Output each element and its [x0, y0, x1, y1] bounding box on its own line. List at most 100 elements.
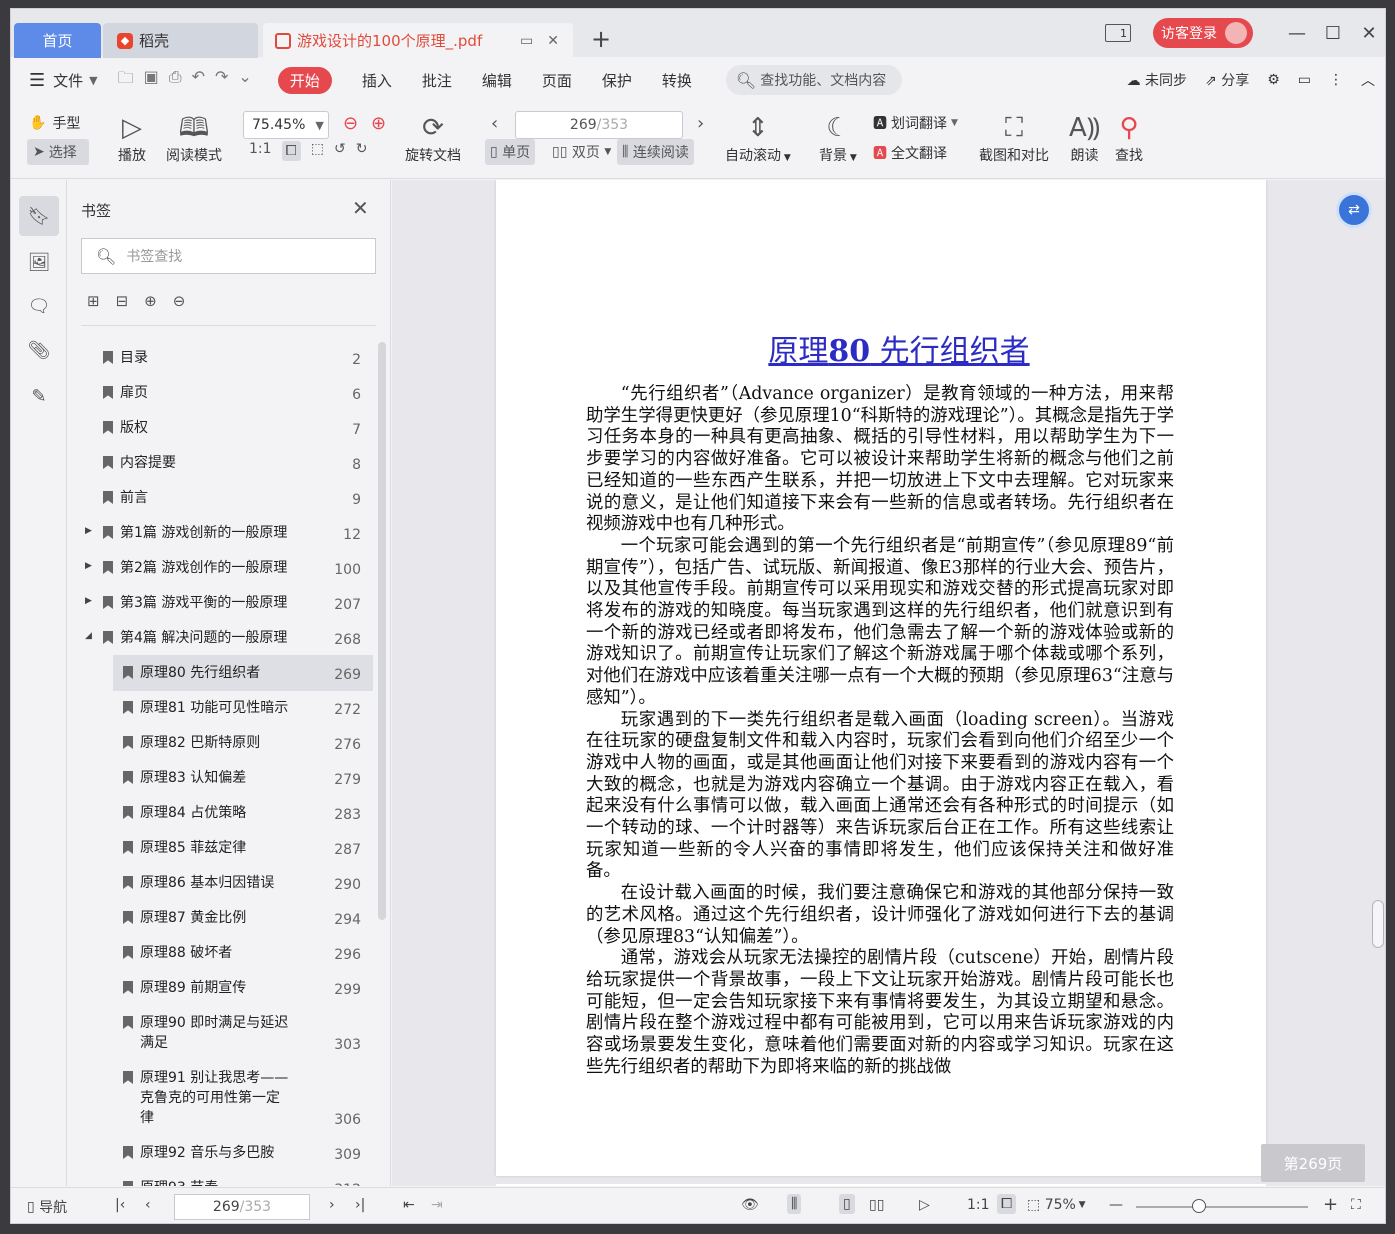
full-translate-button[interactable]: 🅰 全文翻译 [873, 143, 947, 163]
menu-insert[interactable]: 插入 [362, 70, 392, 91]
bookmark-item[interactable]: 前言 9 [81, 480, 373, 515]
thumbnail-icon[interactable]: 🖼︎ [19, 242, 59, 282]
delete-bookmark-icon[interactable]: ⊖ [173, 292, 186, 310]
add-bookmark-icon[interactable]: ⊕ [144, 292, 157, 310]
document-scrollbar[interactable] [1372, 900, 1384, 948]
bookmark-item[interactable]: 原理87 黄金比例 294 [81, 900, 373, 935]
zoom-out-status-icon[interactable]: — [1109, 1197, 1123, 1213]
bookmark-item[interactable]: 原理85 菲兹定律 287 [81, 830, 373, 865]
find-button[interactable]: ⚲ 查找 [1115, 111, 1143, 165]
bookmark-item[interactable]: 原理83 认知偏差 279 [81, 760, 373, 795]
actual-size-icon[interactable]: 1:1 [249, 141, 272, 161]
zoom-out-icon[interactable]: ⊖ [343, 113, 358, 134]
comment-icon[interactable]: ▭ [1298, 72, 1311, 88]
bookmark-scrollbar[interactable] [378, 342, 386, 920]
new-tab-button[interactable]: + [591, 27, 611, 51]
monitor-icon[interactable]: ▭ [520, 33, 533, 49]
rotate-right-icon[interactable]: ↻ [356, 141, 368, 161]
next-page-icon[interactable]: › [329, 1197, 335, 1213]
tab-daoke[interactable]: ◆ 稻壳 [103, 23, 258, 58]
bookmark-item[interactable]: ▶ 第1篇 游戏创新的一般原理 12 [81, 515, 373, 550]
single-status-icon[interactable]: ▯ [839, 1194, 855, 1214]
menu-convert[interactable]: 转换 [662, 70, 692, 91]
double-status-icon[interactable]: ▯▯ [869, 1197, 884, 1213]
chapter-title[interactable]: 原理80 先行组织者 [496, 326, 1302, 370]
bookmark-item[interactable]: ◢ 第4篇 解决问题的一般原理 268 [81, 620, 373, 655]
menu-page[interactable]: 页面 [542, 70, 572, 91]
zoom-status-select[interactable]: ⬚ 75% ▼ [1027, 1197, 1086, 1213]
bookmark-item[interactable]: 原理92 音乐与多巴胺 309 [81, 1135, 373, 1170]
read-mode-button[interactable]: 🕮 阅读模式 [166, 111, 222, 165]
file-menu[interactable]: ☰ 文件 ▼ [29, 70, 98, 91]
expand-arrow-icon[interactable]: ◢ [85, 631, 92, 641]
back-icon[interactable]: ⇤ [403, 1197, 415, 1213]
expand-arrow-icon[interactable]: ▶ [85, 596, 92, 606]
bookmark-item[interactable]: 内容提要 8 [81, 445, 373, 480]
fullscreen-icon[interactable]: ⛶ [1351, 1197, 1361, 1213]
bookmark-item[interactable]: 原理90 即时满足与延迟 满足 303 [81, 1005, 373, 1060]
last-page-icon[interactable]: ›| [355, 1197, 365, 1213]
convert-float-button[interactable]: ⇄ [1336, 192, 1372, 228]
more-chevron-icon[interactable]: ⌄ [238, 67, 251, 94]
first-page-icon[interactable]: |‹ [115, 1197, 125, 1213]
bookmark-item[interactable]: 原理81 功能可见性暗示 272 [81, 690, 373, 725]
screenshot-compare-button[interactable]: ⛶ 截图和对比 [979, 111, 1049, 165]
menu-start[interactable]: 开始 [277, 66, 332, 94]
bookmark-item[interactable]: 目录 2 [81, 340, 373, 375]
word-translate-button[interactable]: 🅰 划词翻译 ▼ [873, 113, 958, 133]
rotate-document-button[interactable]: ⟳ 旋转文档 [405, 111, 461, 165]
play-status-icon[interactable]: ▷ [919, 1197, 930, 1213]
redo-icon[interactable]: ↷ [215, 67, 228, 94]
zoom-in-status-icon[interactable]: + [1323, 1194, 1338, 1215]
guest-login-button[interactable]: 访客登录 [1153, 18, 1253, 48]
zoom-slider-knob[interactable] [1192, 1199, 1206, 1213]
bookmark-item[interactable]: 原理91 别让我思考—— 克鲁克的可用性第一定律 306 [81, 1060, 373, 1135]
bookmark-item[interactable]: ▶ 第3篇 游戏平衡的一般原理 207 [81, 585, 373, 620]
tab-home[interactable]: 首页 [14, 23, 101, 58]
auto-scroll-button[interactable]: ⇕ 自动滚动 ▼ [725, 111, 791, 165]
prev-page-icon[interactable]: ‹ [145, 1197, 151, 1213]
rotate-left-icon[interactable]: ↺ [334, 141, 346, 161]
share-button[interactable]: ⇗ 分享 [1205, 70, 1249, 90]
settings-icon[interactable]: ⚙ [1267, 72, 1280, 88]
next-page-arrow-icon[interactable]: › [697, 113, 704, 134]
open-folder-icon[interactable]: 🗀 [118, 67, 134, 94]
close-panel-icon[interactable]: ✕ [352, 196, 369, 220]
save-icon[interactable]: ▣ [144, 67, 159, 94]
attachment-icon[interactable]: 📎︎ [19, 330, 59, 370]
bookmark-item[interactable]: 原理93 节奏 312 [81, 1170, 373, 1186]
fit-page-status-icon[interactable]: ⧠ [997, 1194, 1017, 1214]
menu-edit[interactable]: 编辑 [482, 70, 512, 91]
comment-panel-icon[interactable]: 🗨︎ [19, 286, 59, 326]
page-input[interactable]: 269/353 [515, 111, 683, 139]
print-icon[interactable]: ⎙ [169, 67, 182, 94]
bookmark-item[interactable]: 原理80 先行组织者 269 [81, 655, 373, 691]
more-icon[interactable]: ⋮ [1329, 72, 1343, 88]
bookmark-item[interactable]: 原理89 前期宣传 299 [81, 970, 373, 1005]
select-tool[interactable]: ➤ 选择 [27, 139, 89, 165]
maximize-button[interactable]: ☐ [1315, 23, 1351, 44]
double-page-button[interactable]: ▯▯ 双页 ▼ [547, 139, 616, 165]
hand-tool[interactable]: ✋ 手型 [29, 113, 80, 133]
collapse-all-icon[interactable]: ⊟ [116, 292, 129, 310]
eye-care-icon[interactable]: 👁︎ [741, 1197, 759, 1213]
bookmark-item[interactable]: 原理84 占优策略 283 [81, 795, 373, 830]
continuous-status-icon[interactable]: ⫼ [787, 1194, 802, 1214]
close-window-button[interactable]: ✕ [1351, 23, 1385, 44]
zoom-in-icon[interactable]: ⊕ [371, 113, 386, 134]
status-page-input[interactable]: 269/353 [174, 1194, 310, 1220]
sync-button[interactable]: ☁ 未同步 [1127, 70, 1187, 90]
bookmark-item[interactable]: 原理86 基本归因错误 290 [81, 865, 373, 900]
single-page-button[interactable]: ▯ 单页 [485, 139, 536, 165]
expand-arrow-icon[interactable]: ▶ [85, 561, 92, 571]
actual-size-status-icon[interactable]: 1:1 [967, 1197, 990, 1213]
continuous-read-button[interactable]: ⫼ 连续阅读 [617, 139, 694, 165]
minimize-button[interactable]: — [1279, 23, 1315, 44]
expand-all-icon[interactable]: ⊞ [87, 292, 100, 310]
reader-count-icon[interactable]: 1 [1105, 24, 1131, 42]
close-tab-icon[interactable]: ✕ [547, 33, 559, 49]
zoom-select[interactable]: 75.45% ▼ [243, 111, 329, 139]
bookmark-item[interactable]: 版权 7 [81, 410, 373, 445]
nav-toggle[interactable]: ▯ 导航 [27, 1197, 67, 1217]
background-button[interactable]: ☾ 背景 ▼ [819, 111, 857, 165]
